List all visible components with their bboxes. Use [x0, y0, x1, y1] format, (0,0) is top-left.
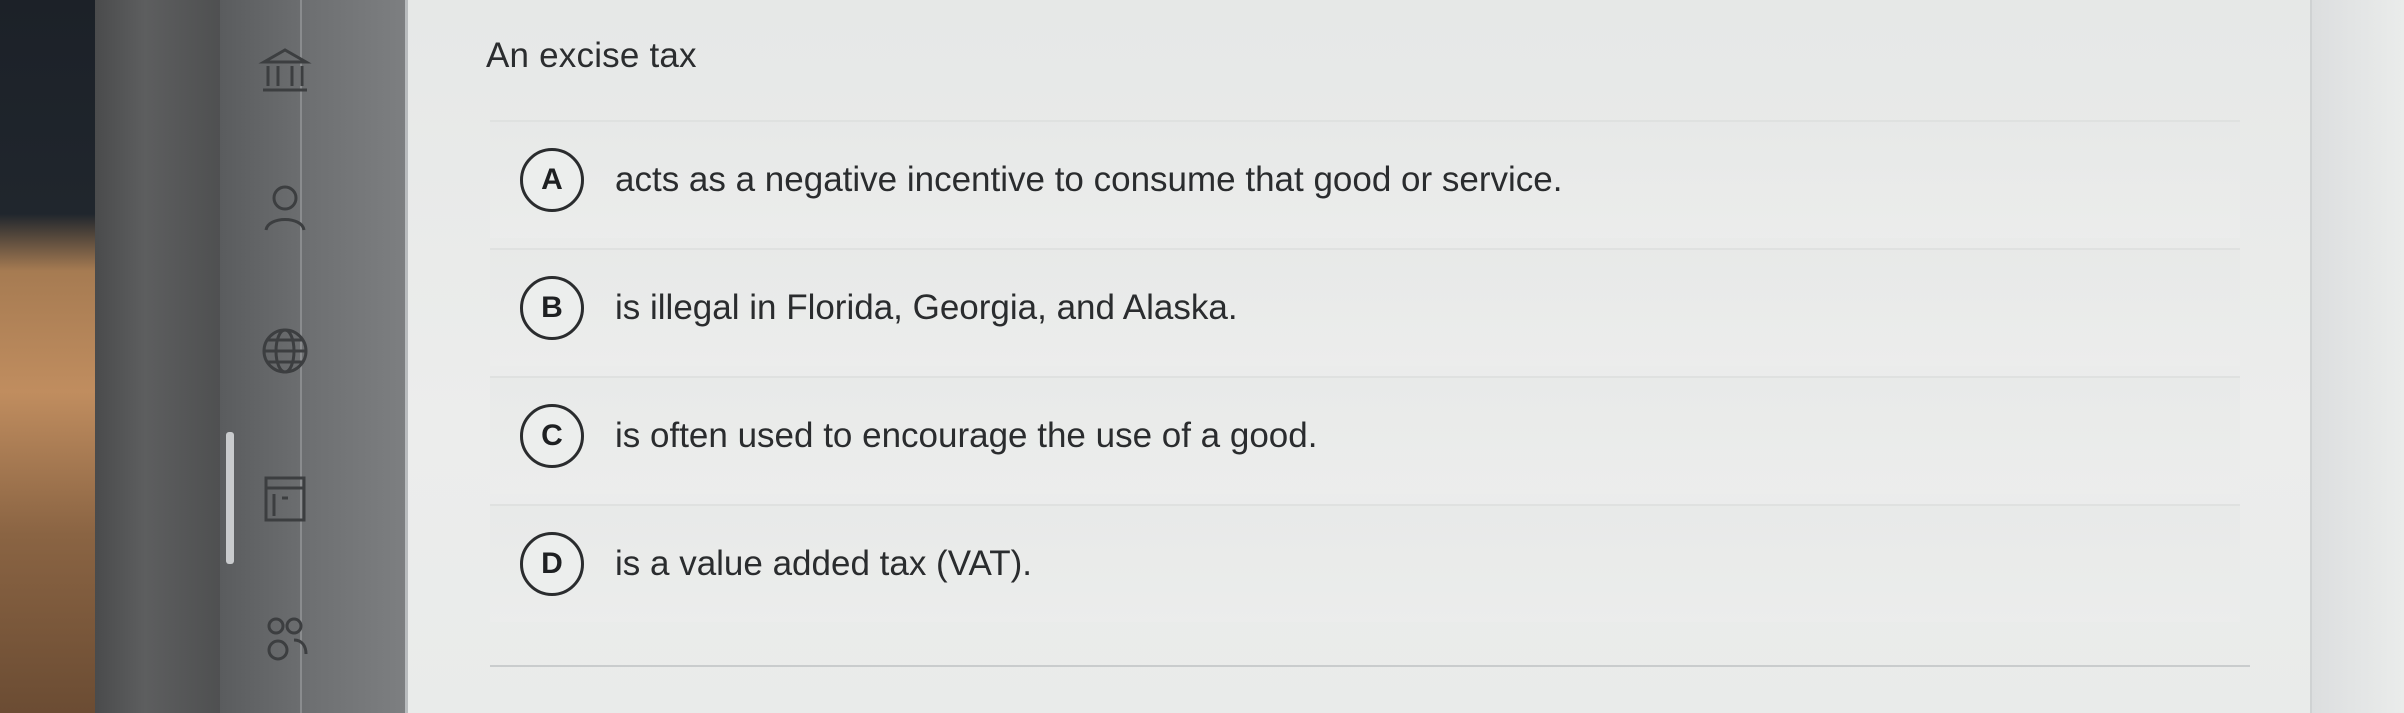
people-icon[interactable] — [256, 610, 314, 668]
scroll-area[interactable] — [2310, 0, 2404, 713]
choice-text-c: is often used to encourage the use of a … — [615, 416, 1318, 455]
divider — [490, 665, 2250, 667]
choice-text-b: is illegal in Florida, Georgia, and Alas… — [615, 288, 1238, 327]
globe-icon[interactable] — [256, 322, 314, 380]
screen: An excise tax A acts as a negative incen… — [0, 0, 2404, 713]
choice-text-a: acts as a negative incentive to consume … — [615, 160, 1563, 199]
choice-text-d: is a value added tax (VAT). — [615, 544, 1032, 583]
choice-b[interactable]: B is illegal in Florida, Georgia, and Al… — [490, 248, 2240, 366]
choice-letter-b[interactable]: B — [520, 276, 584, 340]
rail-active-indicator — [226, 432, 234, 564]
choice-letter-a[interactable]: A — [520, 148, 584, 212]
choice-c[interactable]: C is often used to encourage the use of … — [490, 376, 2240, 494]
choice-a[interactable]: A acts as a negative incentive to consum… — [490, 120, 2240, 238]
bank-icon[interactable] — [256, 42, 314, 100]
monitor-bezel — [95, 0, 220, 713]
choice-letter-c[interactable]: C — [520, 404, 584, 468]
choice-letter-d[interactable]: D — [520, 532, 584, 596]
choice-d[interactable]: D is a value added tax (VAT). — [490, 504, 2240, 622]
user-icon[interactable] — [256, 178, 314, 236]
question-prompt: An excise tax — [486, 36, 697, 75]
desk-background — [0, 0, 95, 713]
document-icon[interactable] — [256, 470, 314, 528]
